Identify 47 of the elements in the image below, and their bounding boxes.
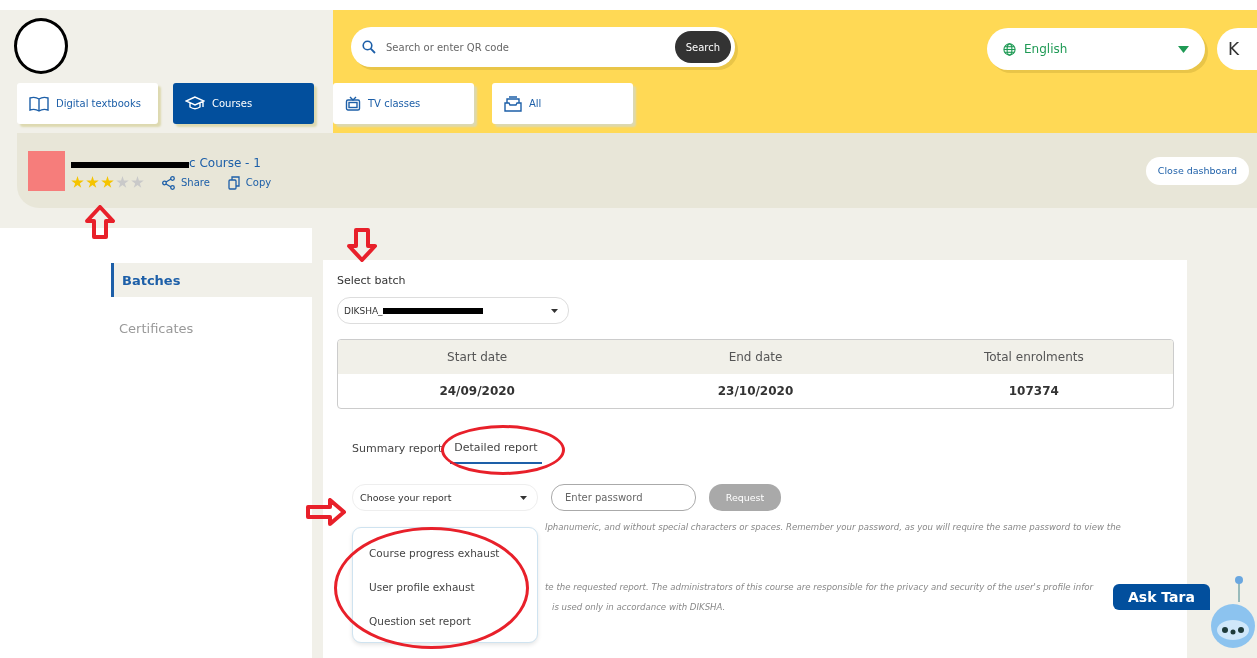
batch-select[interactable]: DIKSHA_: [337, 297, 569, 324]
select-batch-label: Select batch: [337, 274, 407, 287]
help-text: lphanumeric, and without special characters or spaces. Remember your password, as you will require the same password to view the: [545, 522, 1121, 532]
caret-icon: [551, 308, 558, 313]
nav-tab[interactable]: TV classes: [333, 83, 474, 124]
menu-item[interactable]: Question set report: [353, 604, 537, 638]
photo-placeholder: [28, 150, 65, 191]
column-header: Start date: [446, 349, 509, 366]
menu-item[interactable]: Course progress exhaust: [353, 536, 537, 570]
profile-avatar[interactable]: K: [1217, 28, 1257, 70]
annotation-arrow: [85, 205, 115, 239]
annotation-arrow: [306, 498, 346, 526]
column-header: Total enrolments: [982, 349, 1085, 366]
graduation-cap-icon: [185, 95, 205, 112]
search-button[interactable]: Search: [674, 31, 731, 63]
password-field[interactable]: Enter password: [551, 484, 696, 511]
search-icon: [362, 40, 376, 54]
share-button[interactable]: Share: [162, 175, 210, 190]
table-cell-text: 24/09/2020: [438, 383, 516, 400]
close-dashboard-button[interactable]: Close dashboard: [1145, 156, 1249, 185]
table-cell-text: 107374: [1007, 383, 1060, 400]
copy-icon: [227, 175, 240, 190]
nav-tab[interactable]: Courses: [173, 83, 314, 124]
search-field[interactable]: Search or enter QR code Search: [351, 27, 735, 67]
menu-item[interactable]: User profile exhaust: [353, 570, 537, 604]
tv-icon: [345, 95, 361, 112]
annotation-arrow: [347, 228, 377, 262]
language-select[interactable]: English: [987, 28, 1205, 70]
course-title[interactable]: c Course - 1: [189, 155, 261, 170]
chat-bubble[interactable]: Ask Tara: [1113, 584, 1210, 610]
table-cell-text: 23/10/2020: [716, 383, 795, 400]
column-header: End date: [727, 349, 784, 366]
caret-icon: [520, 495, 527, 500]
copy-button[interactable]: Copy: [227, 175, 272, 190]
nav-tab[interactable]: Digital textbooks: [17, 83, 158, 124]
sidebar-item[interactable]: Batches: [111, 263, 312, 297]
report-tab[interactable]: Detailed report: [450, 437, 542, 464]
globe-icon: [1003, 42, 1016, 56]
book-icon: [29, 95, 49, 112]
help-text: is used only in accordance with DIKSHA.: [552, 602, 726, 612]
tray-icon: [504, 95, 522, 112]
help-text: te the requested report. The administrators of this course are responsible for the privacy and security of the user's profile infor: [545, 582, 1093, 592]
nav-tab[interactable]: All: [492, 83, 633, 124]
caret-icon: [1178, 45, 1189, 53]
report-tab[interactable]: Summary report: [348, 437, 447, 464]
share-icon: [162, 175, 175, 190]
report-select[interactable]: Choose your report: [352, 484, 538, 511]
